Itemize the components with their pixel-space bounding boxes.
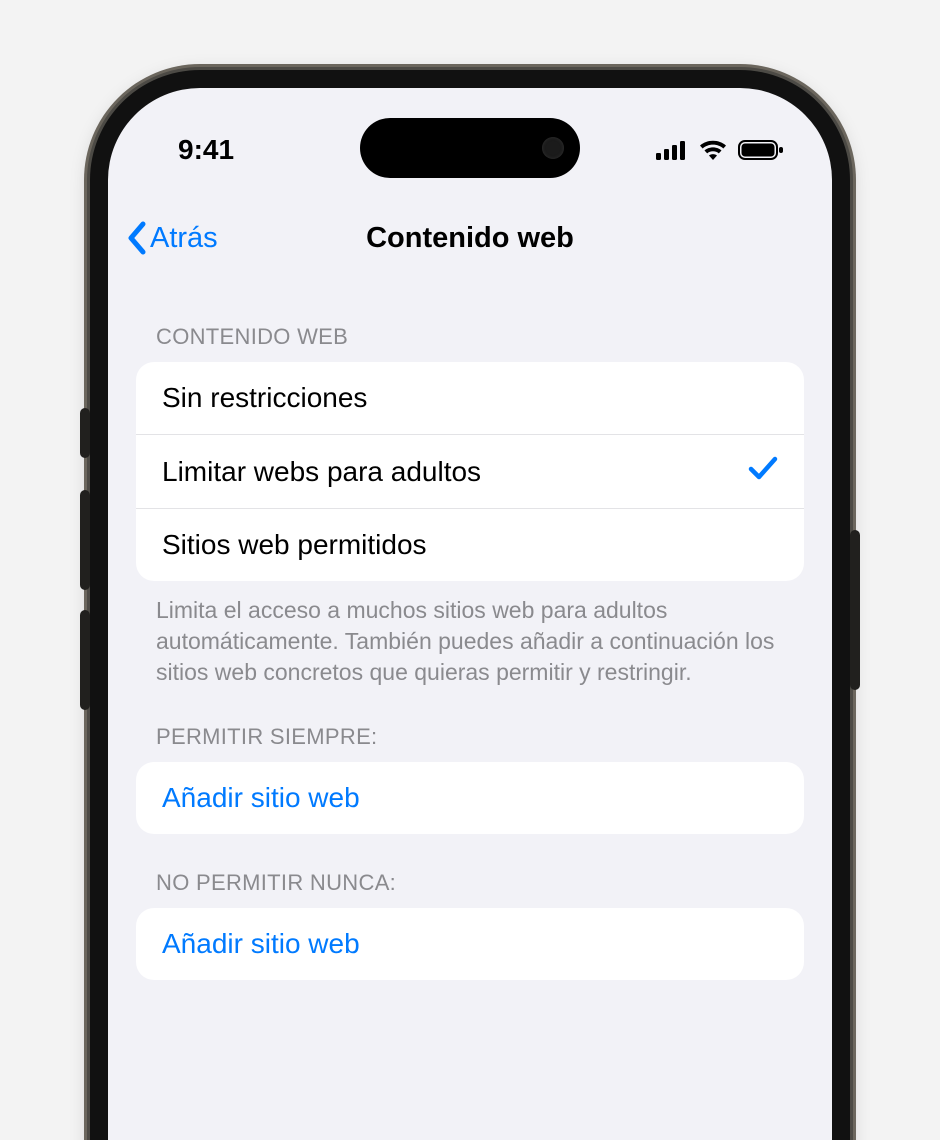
- back-button[interactable]: Atrás: [126, 221, 218, 255]
- volume-up-button[interactable]: [80, 490, 90, 590]
- back-label: Atrás: [150, 222, 218, 255]
- group-deny: Añadir sitio web: [136, 908, 804, 980]
- option-label: Sin restricciones: [162, 382, 367, 414]
- option-allowed-only[interactable]: Sitios web permitidos: [136, 508, 804, 581]
- chevron-left-icon: [126, 221, 148, 255]
- add-website-label: Añadir sitio web: [162, 782, 360, 814]
- status-time: 9:41: [178, 134, 234, 166]
- content-scroll[interactable]: CONTENIDO WEB Sin restricciones Limitar …: [108, 288, 832, 1140]
- add-allow-website-button[interactable]: Añadir sitio web: [136, 762, 804, 834]
- option-unrestricted[interactable]: Sin restricciones: [136, 362, 804, 434]
- section-header-allow: PERMITIR SIEMPRE:: [136, 688, 804, 762]
- page-title: Contenido web: [366, 222, 574, 255]
- group-web-content: Sin restricciones Limitar webs para adul…: [136, 362, 804, 581]
- add-website-label: Añadir sitio web: [162, 928, 360, 960]
- status-bar: 9:41: [108, 120, 832, 180]
- option-limit-adult[interactable]: Limitar webs para adultos: [136, 434, 804, 508]
- option-label: Sitios web permitidos: [162, 529, 427, 561]
- section-footer-web-content: Limita el acceso a muchos sitios web par…: [136, 581, 804, 688]
- mute-switch[interactable]: [80, 408, 90, 458]
- add-deny-website-button[interactable]: Añadir sitio web: [136, 908, 804, 980]
- power-button[interactable]: [850, 530, 860, 690]
- section-header-deny: NO PERMITIR NUNCA:: [136, 834, 804, 908]
- battery-icon: [738, 139, 784, 161]
- section-header-web-content: CONTENIDO WEB: [136, 288, 804, 362]
- group-allow: Añadir sitio web: [136, 762, 804, 834]
- wifi-icon: [698, 139, 728, 161]
- checkmark-icon: [748, 455, 778, 488]
- phone-frame: 9:41: [90, 70, 850, 1140]
- cellular-icon: [656, 140, 688, 160]
- option-label: Limitar webs para adultos: [162, 456, 481, 488]
- nav-bar: Atrás Contenido web: [108, 198, 832, 278]
- volume-down-button[interactable]: [80, 610, 90, 710]
